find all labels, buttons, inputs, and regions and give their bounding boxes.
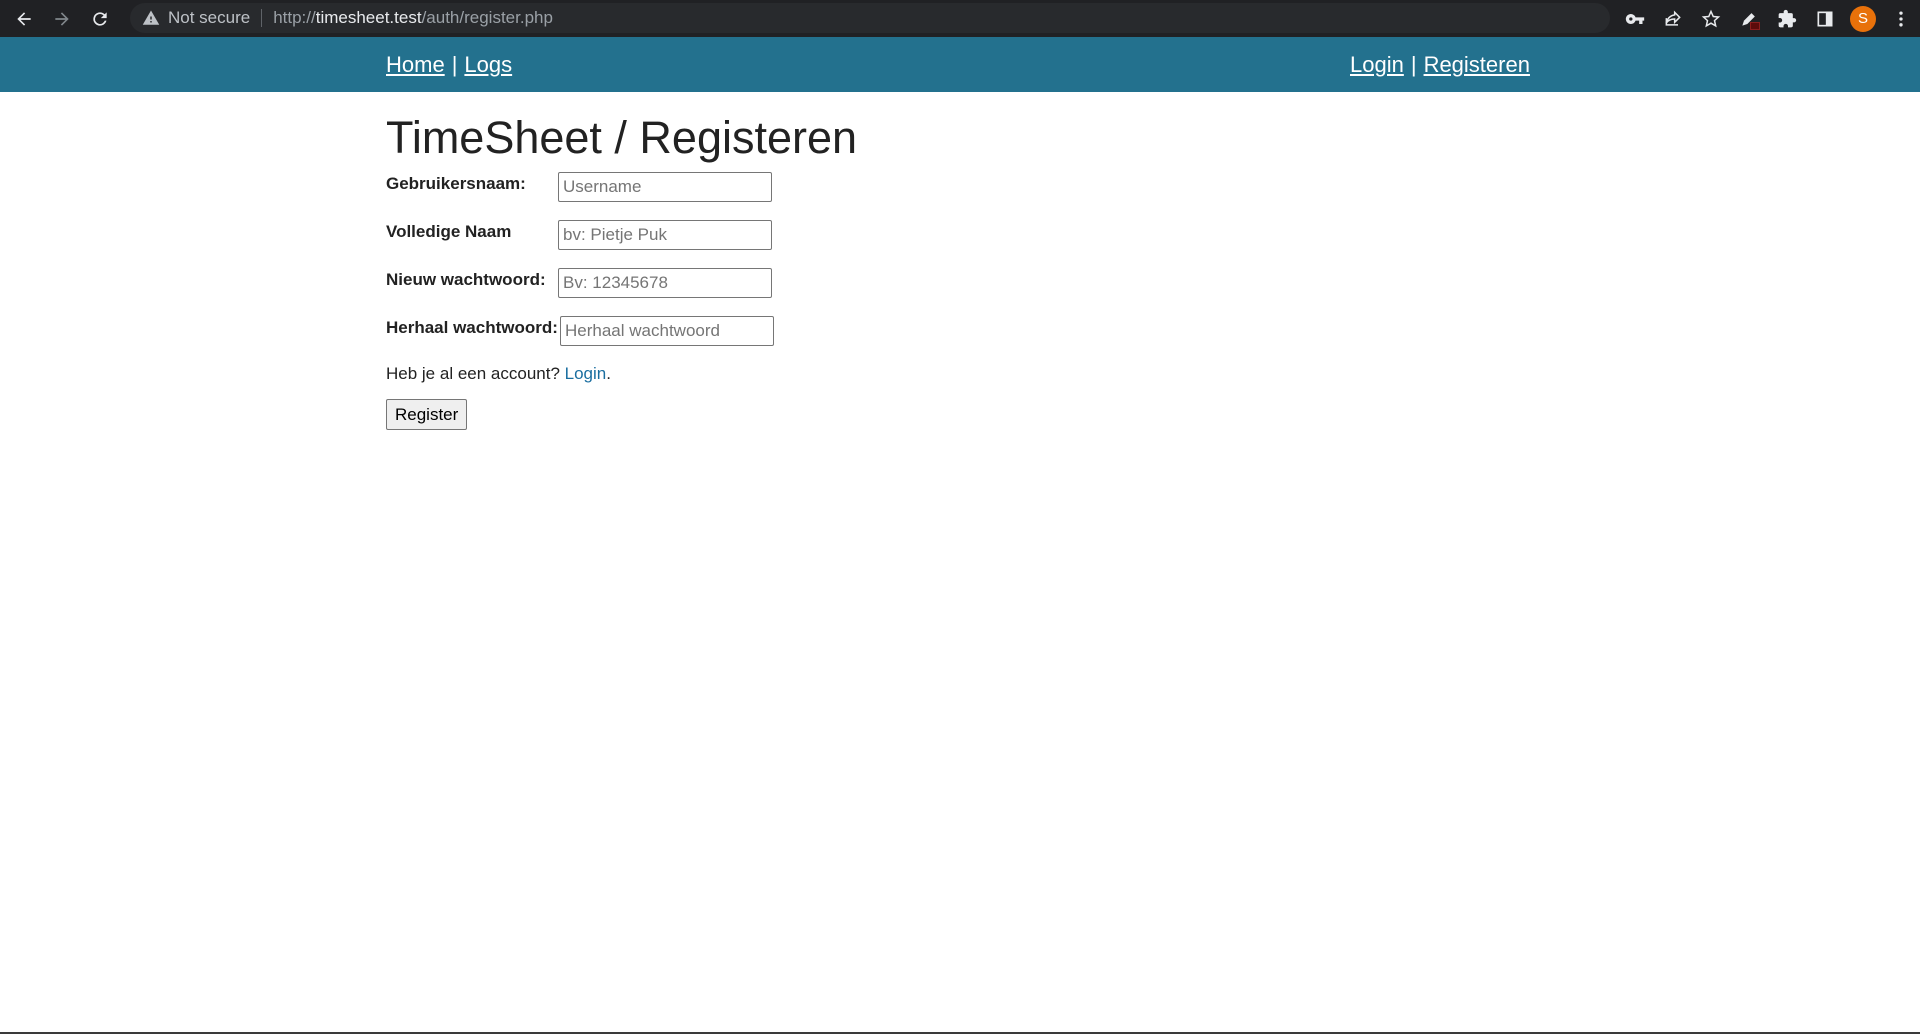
new-password-label: Nieuw wachtwoord: bbox=[386, 270, 546, 289]
extensions-button[interactable] bbox=[1768, 0, 1806, 37]
side-panel-icon bbox=[1817, 11, 1833, 26]
nav-separator: | bbox=[451, 52, 458, 77]
nav-separator: | bbox=[1410, 52, 1417, 77]
nav-link-logs[interactable]: Logs bbox=[464, 52, 512, 78]
nav-right: Login | Registeren bbox=[1350, 52, 1530, 78]
warning-icon bbox=[142, 10, 160, 25]
arrow-right-icon bbox=[55, 11, 69, 26]
form-row-username: Gebruikersnaam: bbox=[386, 172, 1586, 220]
fullname-label: Volledige Naam bbox=[386, 222, 512, 241]
fullname-input[interactable] bbox=[558, 220, 772, 250]
share-icon bbox=[1665, 10, 1681, 26]
pen-extension-button[interactable] bbox=[1730, 0, 1768, 37]
page-title: TimeSheet / Registeren bbox=[386, 112, 858, 163]
site-nav: Home | Logs Login | Registeren bbox=[0, 37, 1920, 92]
reload-icon bbox=[93, 11, 107, 26]
nav-link-home[interactable]: Home bbox=[386, 52, 445, 78]
account-prompt-text: Heb je al een account? bbox=[386, 364, 560, 383]
security-label: Not secure bbox=[168, 8, 251, 27]
username-label: Gebruikersnaam: bbox=[386, 174, 526, 193]
form-row-fullname: Volledige Naam bbox=[386, 220, 1586, 268]
password-key-button[interactable] bbox=[1616, 0, 1654, 37]
repeat-password-input[interactable] bbox=[560, 316, 774, 346]
url-path: /auth/register.php bbox=[421, 8, 553, 27]
url-scheme: http:// bbox=[273, 8, 316, 27]
puzzle-icon bbox=[1778, 9, 1797, 27]
url-host: timesheet.test bbox=[315, 8, 422, 27]
main-content: TimeSheet / Registeren Gebruikersnaam: V… bbox=[386, 92, 1586, 430]
register-form: Gebruikersnaam: Volledige Naam Nieuw wac… bbox=[386, 172, 1586, 430]
key-icon bbox=[1625, 13, 1645, 24]
new-password-input[interactable] bbox=[558, 268, 772, 298]
side-panel-button[interactable] bbox=[1806, 0, 1844, 37]
account-prompt-suffix: . bbox=[606, 364, 611, 383]
account-prompt: Heb je al een account? Login. bbox=[386, 364, 1586, 384]
nav-link-register[interactable]: Registeren bbox=[1424, 52, 1530, 78]
nav-left: Home | Logs bbox=[386, 52, 512, 78]
menu-button[interactable] bbox=[1882, 0, 1920, 37]
star-icon bbox=[1701, 9, 1721, 27]
username-input[interactable] bbox=[558, 172, 772, 202]
reload-button[interactable] bbox=[86, 5, 114, 33]
profile-button[interactable]: S bbox=[1844, 0, 1882, 37]
repeat-password-label: Herhaal wachtwoord: bbox=[386, 318, 558, 337]
form-row-repeat-password: Herhaal wachtwoord: bbox=[386, 316, 1586, 364]
register-button[interactable]: Register bbox=[386, 399, 468, 430]
bookmark-button[interactable] bbox=[1692, 0, 1730, 37]
login-link[interactable]: Login bbox=[565, 364, 607, 383]
arrow-left-icon bbox=[17, 11, 31, 26]
form-row-new-password: Nieuw wachtwoord: bbox=[386, 268, 1586, 316]
browser-toolbar: Not secure http://timesheet.test/auth/re… bbox=[0, 0, 1920, 37]
more-vert-icon bbox=[1899, 11, 1903, 26]
share-button[interactable] bbox=[1654, 0, 1692, 37]
divider bbox=[261, 9, 263, 27]
back-button[interactable] bbox=[10, 5, 38, 33]
forward-button[interactable] bbox=[48, 5, 76, 33]
extension-badge bbox=[1750, 22, 1760, 30]
address-bar[interactable]: Not secure http://timesheet.test/auth/re… bbox=[130, 3, 1610, 33]
avatar: S bbox=[1850, 5, 1876, 32]
nav-link-login[interactable]: Login bbox=[1350, 52, 1404, 78]
